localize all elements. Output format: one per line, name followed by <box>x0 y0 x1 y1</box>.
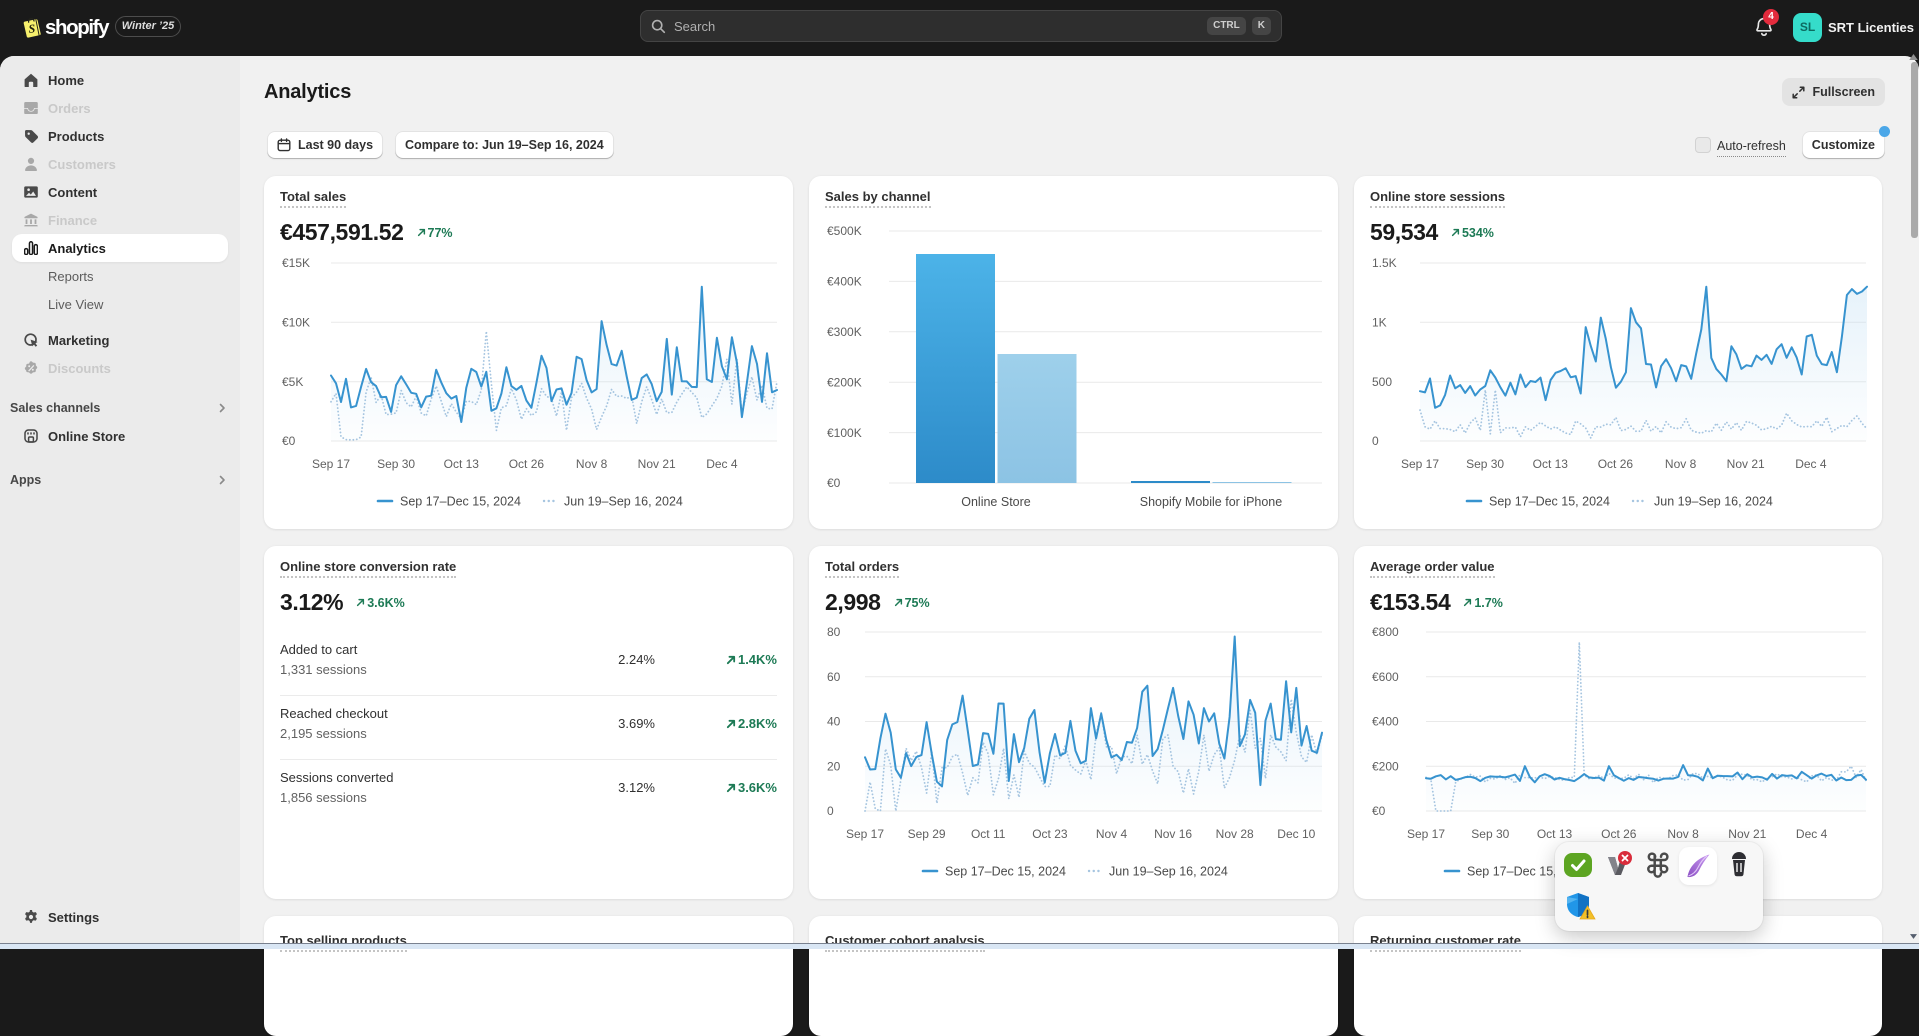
svg-text:Nov 21: Nov 21 <box>1727 457 1765 471</box>
svg-text:€10K: €10K <box>282 316 310 330</box>
svg-text:1K: 1K <box>1372 316 1387 330</box>
svg-text:Oct 13: Oct 13 <box>1533 457 1569 471</box>
svg-text:500: 500 <box>1372 375 1392 389</box>
svg-text:60: 60 <box>827 670 841 684</box>
svg-text:€600: €600 <box>1372 670 1399 684</box>
svg-text:€0: €0 <box>1372 804 1386 818</box>
svg-text:Nov 16: Nov 16 <box>1154 827 1192 841</box>
svg-text:Oct 26: Oct 26 <box>1601 827 1637 841</box>
svg-text:0: 0 <box>1372 434 1379 448</box>
svg-text:Oct 13: Oct 13 <box>444 457 480 471</box>
svg-text:Dec 4: Dec 4 <box>1796 827 1828 841</box>
svg-text:Sep 29: Sep 29 <box>908 827 946 841</box>
svg-text:Sep 30: Sep 30 <box>1471 827 1509 841</box>
svg-text:Sep 17: Sep 17 <box>846 827 884 841</box>
svg-text:Nov 21: Nov 21 <box>1728 827 1766 841</box>
svg-text:€100K: €100K <box>827 426 862 440</box>
svg-text:Nov 8: Nov 8 <box>576 457 608 471</box>
svg-text:Dec 4: Dec 4 <box>1795 457 1827 471</box>
svg-text:Sep 17: Sep 17 <box>1401 457 1439 471</box>
svg-text:Nov 4: Nov 4 <box>1096 827 1128 841</box>
svg-text:Dec 4: Dec 4 <box>706 457 738 471</box>
svg-text:€500K: €500K <box>827 224 862 238</box>
svg-text:€0: €0 <box>282 434 296 448</box>
svg-text:€800: €800 <box>1372 625 1399 639</box>
svg-text:Oct 11: Oct 11 <box>971 827 1006 841</box>
svg-text:Sep 17: Sep 17 <box>312 457 350 471</box>
svg-text:1.5K: 1.5K <box>1372 256 1397 270</box>
svg-text:€15K: €15K <box>282 256 310 270</box>
svg-text:Oct 26: Oct 26 <box>1598 457 1634 471</box>
svg-text:€300K: €300K <box>827 325 862 339</box>
svg-text:40: 40 <box>827 715 841 729</box>
svg-text:Oct 26: Oct 26 <box>509 457 545 471</box>
svg-text:20: 20 <box>827 759 841 773</box>
svg-text:Nov 21: Nov 21 <box>638 457 676 471</box>
svg-text:Nov 8: Nov 8 <box>1665 457 1697 471</box>
svg-text:Oct 23: Oct 23 <box>1032 827 1068 841</box>
svg-text:Dec 10: Dec 10 <box>1277 827 1315 841</box>
svg-text:Shopify Mobile for iPhone: Shopify Mobile for iPhone <box>1140 495 1282 509</box>
svg-text:Sep 17–Dec 15, 2024: Sep 17–Dec 15, 2024 <box>1489 495 1610 509</box>
svg-text:€0: €0 <box>827 476 841 490</box>
svg-text:Oct 13: Oct 13 <box>1537 827 1573 841</box>
svg-text:Sep 30: Sep 30 <box>1466 457 1504 471</box>
svg-text:Online Store: Online Store <box>961 495 1031 509</box>
svg-text:Jun 19–Sep 16, 2024: Jun 19–Sep 16, 2024 <box>1109 865 1228 879</box>
svg-text:€400: €400 <box>1372 715 1399 729</box>
svg-text:Nov 28: Nov 28 <box>1216 827 1254 841</box>
svg-text:Sep 17–Dec 15, 2024: Sep 17–Dec 15, 2024 <box>400 495 521 509</box>
svg-text:€200: €200 <box>1372 759 1399 773</box>
svg-text:€200K: €200K <box>827 375 862 389</box>
svg-text:80: 80 <box>827 625 841 639</box>
svg-text:Sep 17: Sep 17 <box>1407 827 1445 841</box>
svg-text:0: 0 <box>827 804 834 818</box>
svg-text:Jun 19–Sep 16, 2024: Jun 19–Sep 16, 2024 <box>564 495 683 509</box>
svg-text:€400K: €400K <box>827 275 862 289</box>
svg-text:Jun 19–Sep 16, 2024: Jun 19–Sep 16, 2024 <box>1654 495 1773 509</box>
svg-text:€5K: €5K <box>282 375 303 389</box>
svg-text:Sep 17–Dec 15, 2024: Sep 17–Dec 15, 2024 <box>945 865 1066 879</box>
svg-text:Sep 30: Sep 30 <box>377 457 415 471</box>
svg-text:Nov 8: Nov 8 <box>1667 827 1699 841</box>
